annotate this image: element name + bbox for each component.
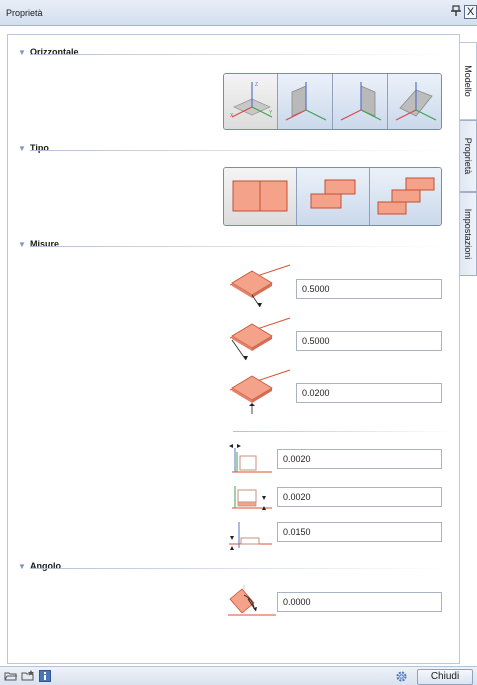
chevron-down-icon[interactable]: ▼ [18,144,26,154]
section-divider [30,568,449,569]
joint-horizontal-input[interactable] [278,450,441,468]
tile-thickness-icon [229,369,291,414]
joint-vertical-field[interactable] [277,487,442,507]
section-title-orizzontale: Orizzontale [30,47,85,57]
option-plane-inclined[interactable] [388,74,441,129]
plane-xz-icon [285,82,327,121]
section-orizzontale[interactable]: ▼ Orizzontale [18,47,449,61]
tile-width-icon [229,317,291,361]
joint-horizontal-icon [229,444,272,473]
joint-depth-field[interactable] [277,522,442,542]
tab-modello[interactable]: Modello [460,42,477,120]
pin-icon[interactable] [450,5,462,19]
info-icon[interactable] [38,670,52,683]
option-tile-aligned[interactable] [224,168,297,225]
tile-length-icon [229,264,291,308]
section-misure[interactable]: ▼ Misure [18,239,449,253]
joint-vertical-icon [232,486,272,510]
axis-y-label: Y [269,110,273,116]
tab-label-impostazioni: Impostazioni [463,208,473,260]
tile-offset-icon [310,179,356,209]
option-tile-offset[interactable] [297,168,370,225]
section-title-misure: Misure [30,239,66,249]
option-plane-xz[interactable] [278,74,333,129]
chevron-down-icon[interactable]: ▼ [18,562,26,572]
length-input[interactable] [297,280,441,298]
tab-proprieta[interactable]: Proprietà [460,120,477,192]
plane-inclined-icon [395,82,437,121]
tile-angle-icon [228,585,276,616]
plane-xy-icon: Z X Y [230,82,273,119]
chevron-down-icon[interactable]: ▼ [18,240,26,250]
angle-field[interactable] [277,592,442,612]
length-field[interactable] [296,279,442,299]
option-plane-yz[interactable] [333,74,388,129]
section-tipo[interactable]: ▼ Tipo [18,143,449,157]
open-folder-icon[interactable] [4,670,18,683]
option-plane-xy[interactable]: Z X Y [224,74,278,129]
thickness-input[interactable] [297,384,441,402]
tab-label-modello: Modello [463,65,473,97]
thickness-field[interactable] [296,383,442,403]
tab-label-proprieta: Proprietà [463,137,473,175]
axis-z-label: Z [255,82,258,88]
joint-horizontal-field[interactable] [277,449,442,469]
width-input[interactable] [297,332,441,350]
orientation-selector: Z X Y [223,73,442,130]
section-divider [30,54,449,55]
angle-input[interactable] [278,593,441,611]
joint-depth-input[interactable] [278,523,441,541]
chevron-down-icon[interactable]: ▼ [18,48,26,58]
window-title: Proprietà [6,8,43,18]
title-bar: Proprietà X [0,0,477,26]
tile-aligned-icon [232,180,288,212]
section-divider [30,150,449,151]
tab-impostazioni[interactable]: Impostazioni [460,192,477,276]
close-button[interactable]: Chiudi [417,669,473,685]
properties-panel: ▼ Orizzontale Z X Y ▼ Tipo ▼ Misure 0.50… [7,34,460,664]
tile-stepped-icon [377,177,435,215]
section-divider [30,246,449,247]
section-title-angolo: Angolo [30,561,67,571]
width-field[interactable] [296,331,442,351]
tile-type-selector [223,167,442,226]
joint-vertical-input[interactable] [278,488,441,506]
section-angolo[interactable]: ▼ Angolo [18,561,449,575]
save-favorite-icon[interactable] [21,670,35,683]
section-title-tipo: Tipo [30,143,55,153]
option-tile-stepped[interactable] [370,168,441,225]
gear-icon[interactable] [394,670,408,683]
plane-yz-icon [340,82,382,121]
close-icon[interactable]: X [464,5,477,19]
joint-depth-icon [229,522,272,550]
measures-divider [233,431,453,432]
bottom-toolbar: Chiudi [0,666,477,685]
